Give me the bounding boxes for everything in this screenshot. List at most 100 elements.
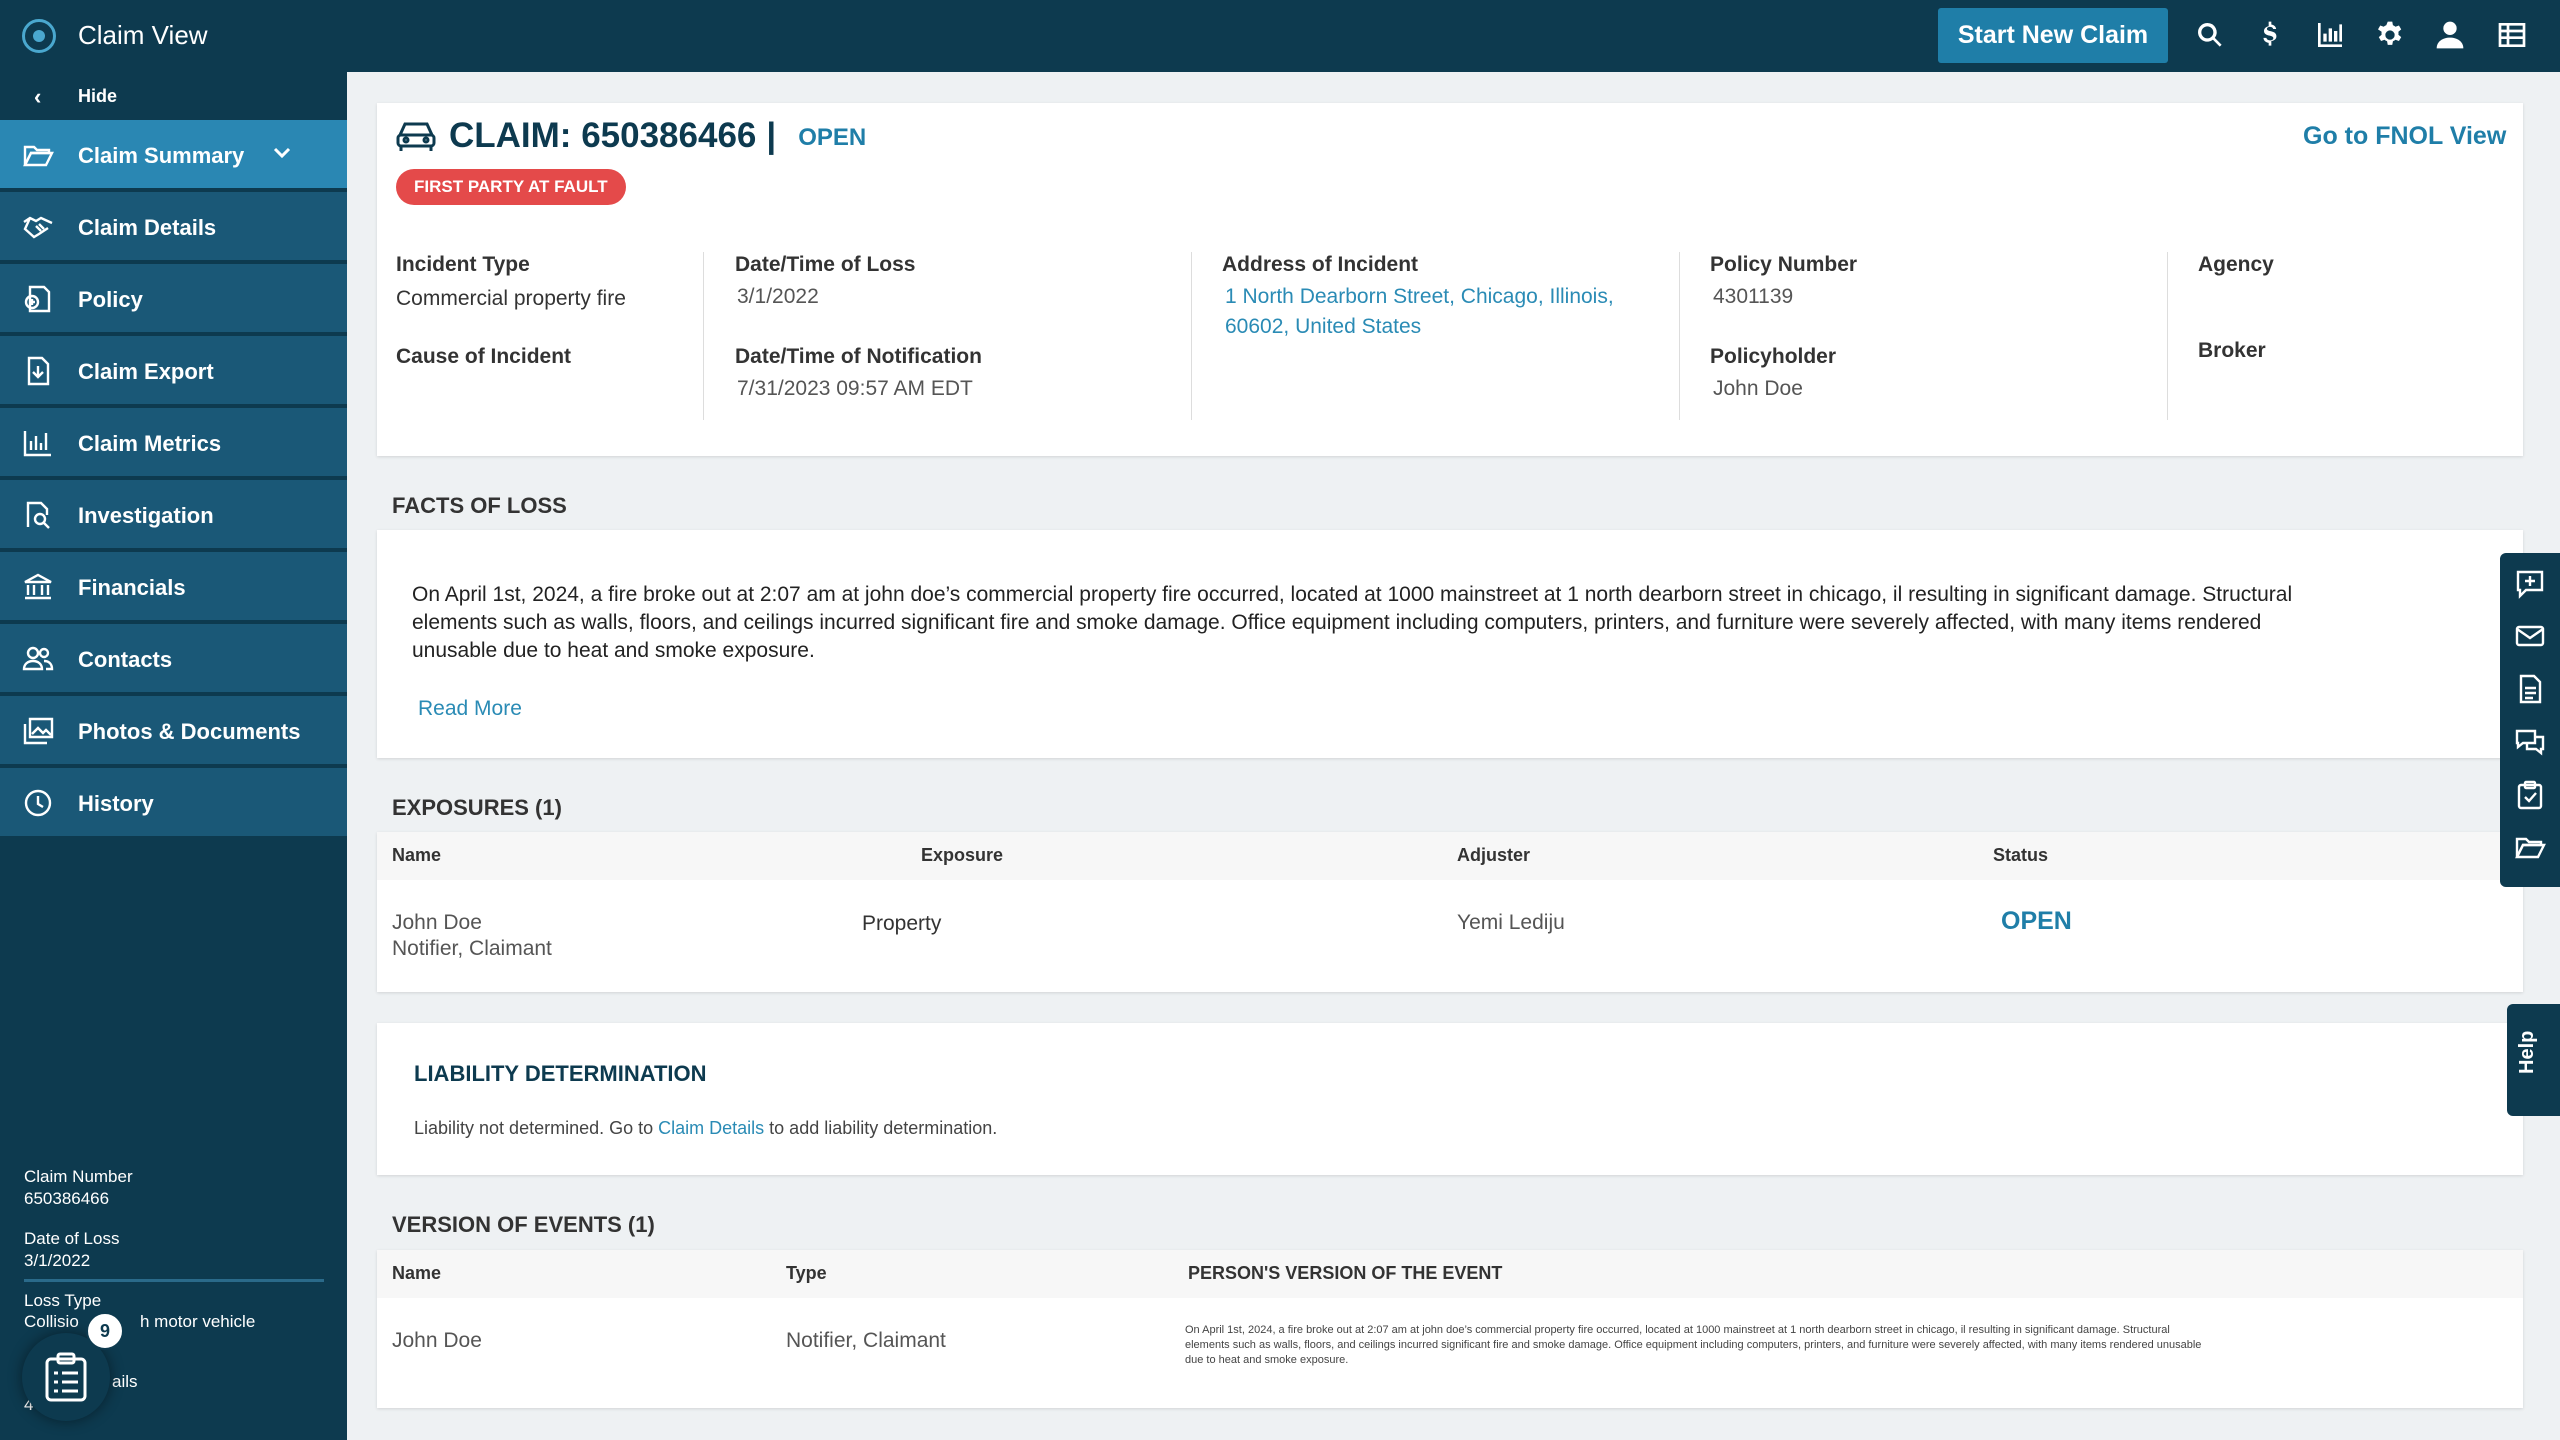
sidebar-item-label: Claim Metrics: [78, 431, 222, 456]
loss-type-value-end: h motor vehicle: [140, 1312, 256, 1331]
sidebar-item-claim-summary[interactable]: Claim Summary: [0, 120, 347, 190]
bar-chart-icon[interactable]: [2310, 15, 2350, 55]
liability-text-after: to add liability determination.: [764, 1118, 998, 1138]
exposures-header-adjuster[interactable]: Adjuster: [1457, 845, 1530, 866]
sidebar-item-label: Claim Summary: [78, 143, 245, 168]
claim-details-link[interactable]: Claim Details: [658, 1118, 764, 1138]
version-header-event[interactable]: PERSON'S VERSION OF THE EVENT: [1188, 1263, 1502, 1284]
hide-sidebar-button[interactable]: ‹ Hide: [0, 72, 347, 120]
users-icon: [22, 644, 54, 674]
claim-status: OPEN: [798, 124, 867, 151]
loss-date-label: Date/Time of Loss: [735, 253, 916, 276]
liability-title: LIABILITY DETERMINATION: [414, 1061, 707, 1086]
folder-open-icon[interactable]: [2514, 832, 2546, 864]
liability-text: Liability not determined. Go to Claim De…: [414, 1118, 997, 1139]
sidebar-item-label: Contacts: [78, 647, 173, 672]
version-header-type[interactable]: Type: [786, 1263, 827, 1284]
envelope-icon[interactable]: [2514, 620, 2546, 652]
sidebar-item-label: History: [78, 791, 154, 816]
sidebar-item-label: Policy: [78, 287, 143, 312]
address-link-line1[interactable]: 1 North Dearborn Street, Chicago, Illino…: [1225, 285, 1614, 309]
policy-number-value: 4301139: [1713, 285, 1794, 308]
clipboard-check-icon[interactable]: [2514, 779, 2546, 811]
chat-icon[interactable]: [2514, 726, 2546, 758]
policy-icon: [22, 284, 54, 314]
exposures-header-exposure[interactable]: Exposure: [921, 845, 1003, 866]
version-name: John Doe: [392, 1329, 482, 1352]
address-label: Address of Incident: [1222, 253, 1419, 276]
exposures-title: EXPOSURES (1): [392, 795, 562, 820]
sidebar-item-policy[interactable]: Policy: [0, 264, 347, 334]
broker-label: Broker: [2198, 339, 2266, 362]
version-type: Notifier, Claimant: [786, 1329, 946, 1352]
exposures-header-name[interactable]: Name: [392, 845, 441, 866]
claim-number-value: 650386466: [24, 1189, 110, 1208]
folder-open-icon: [22, 140, 54, 170]
version-event-text: On April 1st, 2024, a fire broke out at …: [1185, 1324, 2202, 1366]
sidebar-item-photos-documents[interactable]: Photos & Documents: [0, 696, 347, 766]
date-of-loss-value: 3/1/2022: [24, 1251, 91, 1270]
start-new-claim-button[interactable]: Start New Claim: [1938, 8, 2168, 63]
document-search-icon: [22, 500, 54, 530]
sidebar-divider: [24, 1279, 324, 1282]
incident-type-label: Incident Type: [396, 253, 530, 276]
fault-badge: FIRST PARTY AT FAULT: [396, 169, 626, 205]
policy-number-label: Policy Number: [1710, 253, 1858, 276]
help-label: Help: [2516, 1030, 2538, 1074]
sidebar-item-label: Photos & Documents: [78, 719, 301, 744]
claim-header: CLAIM: 650386466 | OPEN: [395, 116, 866, 156]
version-header-name[interactable]: Name: [392, 1263, 441, 1284]
column-divider: [1679, 252, 1680, 420]
exposure-role: Notifier, Claimant: [392, 937, 552, 960]
liability-text-before: Liability not determined. Go to: [414, 1118, 659, 1138]
exposures-table-header: [377, 832, 2523, 880]
incident-type-value: Commercial property fire: [396, 287, 626, 310]
sidebar-item-contacts[interactable]: Contacts: [0, 624, 347, 694]
document-icon[interactable]: [2514, 673, 2546, 705]
exposure-type: Property: [862, 912, 942, 935]
read-more-link[interactable]: Read More: [418, 697, 522, 721]
file-export-icon: [22, 356, 54, 386]
loss-type-label: Loss Type: [24, 1291, 102, 1310]
loss-type-value-start: Collisio: [24, 1312, 79, 1331]
bank-icon: [22, 572, 54, 602]
sidebar-item-claim-metrics[interactable]: Claim Metrics: [0, 408, 347, 478]
details-label-fragment: ails: [112, 1372, 138, 1391]
date-of-loss-label: Date of Loss: [24, 1229, 120, 1248]
version-of-events-title: VERSION OF EVENTS (1): [392, 1212, 655, 1237]
app-title: Claim View: [78, 20, 208, 50]
help-tab[interactable]: Help: [2507, 1004, 2560, 1116]
add-note-icon[interactable]: [2514, 568, 2546, 600]
top-bar: Claim View Start New Claim: [0, 0, 2560, 72]
images-icon: [22, 716, 54, 746]
notification-value: 7/31/2023 09:57 AM EDT: [737, 377, 973, 400]
sidebar-item-claim-details[interactable]: Claim Details: [0, 192, 347, 262]
user-icon[interactable]: [2430, 15, 2470, 55]
go-to-fnol-link[interactable]: Go to FNOL View: [2303, 122, 2506, 151]
sidebar-item-label: Investigation: [78, 503, 214, 528]
claim-number-label: Claim Number: [24, 1167, 133, 1186]
claim-title: CLAIM: 650386466: [449, 116, 757, 155]
exposure-name: John Doe: [392, 911, 482, 934]
facts-of-loss-text: On April 1st, 2024, a fire broke out at …: [412, 583, 2293, 662]
sidebar-item-financials[interactable]: Financials: [0, 552, 347, 622]
sidebar-item-claim-export[interactable]: Claim Export: [0, 336, 347, 406]
sidebar-item-investigation[interactable]: Investigation: [0, 480, 347, 550]
column-divider: [703, 252, 704, 420]
liability-card: [377, 1023, 2523, 1175]
table-grid-icon[interactable]: [2492, 15, 2532, 55]
chevron-left-icon: ‹: [34, 84, 42, 109]
handshake-icon: [22, 212, 54, 242]
sidebar-item-label: Financials: [78, 575, 186, 600]
sidebar-item-label: Claim Export: [78, 359, 214, 384]
exposures-header-status[interactable]: Status: [1993, 845, 2048, 866]
address-link-line2[interactable]: 60602, United States: [1225, 315, 1421, 339]
cause-of-incident-label: Cause of Incident: [396, 345, 572, 368]
column-divider: [1191, 252, 1192, 420]
search-icon[interactable]: [2190, 15, 2230, 55]
sidebar-item-history[interactable]: History: [0, 768, 347, 838]
column-divider: [2167, 252, 2168, 420]
chevron-down-icon[interactable]: [270, 140, 294, 164]
dollar-icon[interactable]: [2250, 15, 2290, 55]
gear-icon[interactable]: [2370, 15, 2410, 55]
